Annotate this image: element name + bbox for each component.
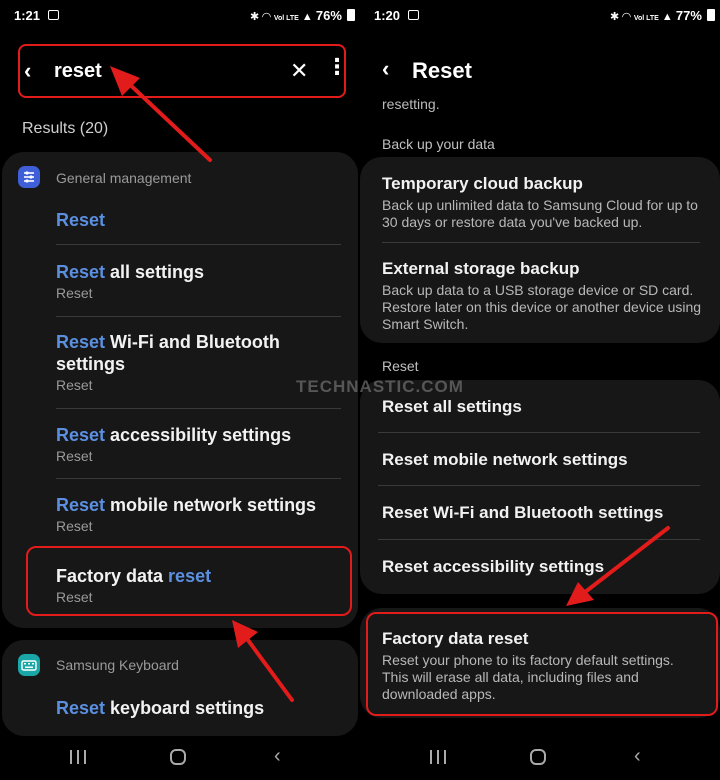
gallery-notification-icon [408,10,419,20]
group-label: General management [56,170,192,186]
result-highlight: Reset [56,425,106,445]
backup-section-label: Back up your data [382,136,495,152]
battery-percent: 76% [315,8,342,23]
results-count: Results (20) [22,120,109,137]
result-highlight: Reset [56,210,106,230]
group-label: Samsung Keyboard [56,657,179,673]
reset-accessibility-option[interactable]: Reset accessibility settings [382,556,702,578]
watermark: TECHNASTIC.COM [296,377,464,396]
option-title: Temporary cloud backup [382,174,583,193]
reset-mobile-network-option[interactable]: Reset mobile network settings [382,449,702,471]
option-title: Reset Wi-Fi and Bluetooth settings [382,503,664,522]
reset-all-settings-option[interactable]: Reset all settings [382,396,702,418]
back-arrow-icon[interactable]: ‹ [382,56,389,82]
result-title-rest: all settings [105,262,205,282]
result-reset[interactable]: Reset [56,209,341,231]
home-icon[interactable] [530,749,546,765]
divider [382,242,700,243]
recent-apps-icon[interactable] [70,750,86,764]
option-title: Factory data reset [382,629,529,648]
samsung-keyboard-group: Samsung Keyboard [2,640,358,736]
signal-icon: ▲ [661,11,673,23]
gallery-notification-icon [48,10,59,20]
result-reset-all-settings[interactable]: Reset all settings Reset [56,261,341,301]
option-title: Reset mobile network settings [382,450,628,469]
reset-wifi-bluetooth-option[interactable]: Reset Wi-Fi and Bluetooth settings [382,502,702,524]
search-input[interactable]: reset [54,60,102,83]
divider [56,408,341,409]
divider [378,432,700,433]
recent-apps-icon[interactable] [430,750,446,764]
general-management-icon [18,166,40,188]
status-time: 1:20 [374,8,401,23]
result-highlight: Reset [56,332,106,352]
back-nav-icon[interactable]: ‹ [634,745,641,768]
divider [56,244,341,245]
result-subtitle: Reset [56,448,93,464]
external-storage-backup-option[interactable]: External storage backup Back up data to … [382,258,702,333]
result-title-rest: keyboard settings [105,698,265,718]
bluetooth-icon: ✱ [610,11,620,23]
option-desc: Reset your phone to its factory default … [382,652,674,702]
wifi-icon: ◠ [262,11,271,23]
result-reset-accessibility[interactable]: Reset accessibility settings Reset [56,424,341,464]
bluetooth-icon: ✱ [250,11,260,23]
result-title-rest: accessibility settings [105,425,292,445]
result-highlight: Reset [56,698,106,718]
option-desc: Back up unlimited data to Samsung Cloud … [382,197,698,230]
battery-icon [346,9,355,21]
back-arrow-icon[interactable]: ‹ [24,58,31,84]
temporary-cloud-backup-option[interactable]: Temporary cloud backup Back up unlimited… [382,173,702,231]
divider [56,316,341,317]
home-icon[interactable] [170,749,186,765]
result-reset-mobile-network[interactable]: Reset mobile network settings Reset [56,494,341,534]
divider [56,478,341,479]
option-desc: Back up data to a USB storage device or … [382,282,702,332]
battery-icon [706,9,715,21]
navigation-bar: ‹ [360,745,720,768]
factory-data-reset-option[interactable]: Factory data reset Reset your phone to i… [382,628,702,703]
scrolled-text: resetting. [382,96,440,112]
back-nav-icon[interactable]: ‹ [274,745,281,768]
reset-section-label: Reset [382,358,419,374]
result-highlight: Reset [56,262,106,282]
wifi-icon: ◠ [622,11,631,23]
page-title: Reset [412,58,472,83]
more-options-icon[interactable]: ⋮ [326,56,348,78]
option-title: External storage backup [382,259,580,278]
result-reset-keyboard-settings[interactable]: Reset keyboard settings [56,697,341,719]
factory-reset-highlight-box [26,546,352,616]
network-type-label: Vol LTE [273,15,299,22]
result-subtitle: Reset [56,285,93,301]
divider [378,485,700,486]
network-type-label: Vol LTE [633,15,659,22]
navigation-bar: ‹ [0,745,360,768]
result-highlight: Reset [56,495,106,515]
result-subtitle: Reset [56,518,93,534]
status-time: 1:21 [14,8,41,23]
battery-percent: 77% [675,8,702,23]
keyboard-icon [18,654,40,676]
divider [378,539,700,540]
signal-icon: ▲ [301,11,313,23]
search-bar[interactable]: ‹ reset ✕ ⋮ [18,44,348,98]
option-title: Reset all settings [382,397,522,416]
result-title-rest: mobile network settings [105,495,317,515]
option-title: Reset accessibility settings [382,557,605,576]
clear-search-icon[interactable]: ✕ [290,58,308,84]
